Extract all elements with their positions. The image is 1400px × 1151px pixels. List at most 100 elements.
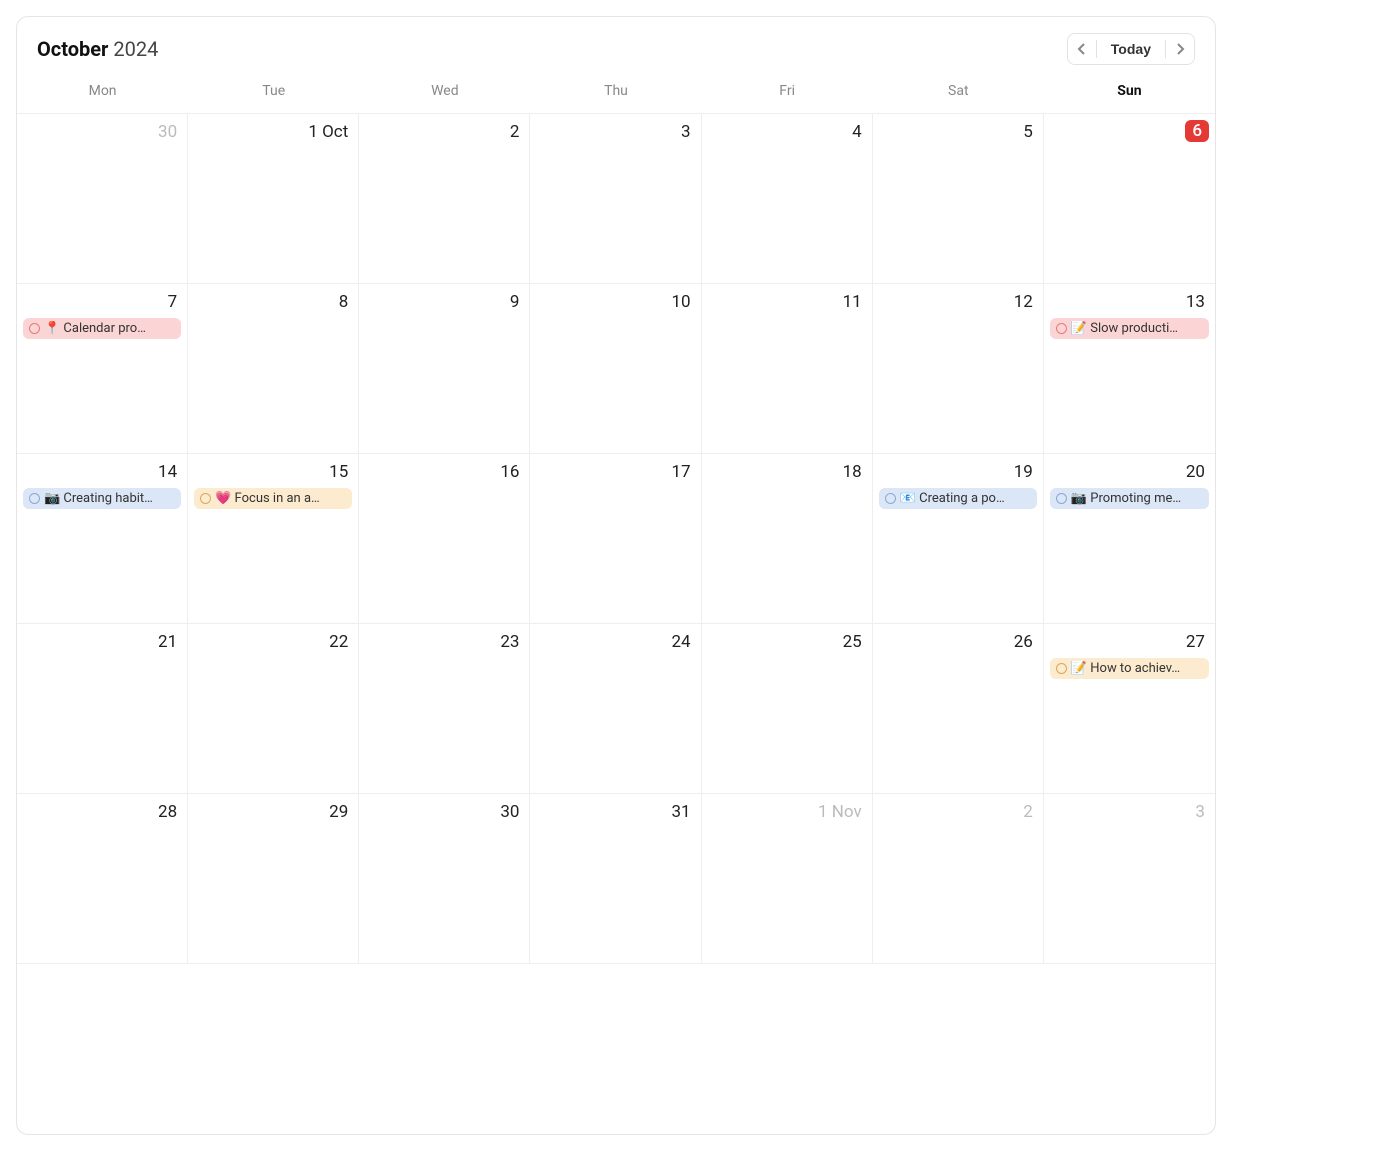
day-cell[interactable]: 31 [530,794,701,964]
day-cell[interactable]: 2 [359,114,530,284]
day-cell[interactable]: 27📝 How to achiev… [1044,624,1215,794]
day-number: 27 [1182,630,1209,654]
day-cell[interactable]: 16 [359,454,530,624]
day-cell[interactable]: 9 [359,284,530,454]
weekday-header: Mon [17,77,188,109]
calendar-header: October 2024 Today [17,17,1215,73]
calendar-grid: 301 Oct234567📍 Calendar pro…8910111213📝 … [17,113,1215,1134]
day-cell[interactable]: 20📷 Promoting me… [1044,454,1215,624]
day-number: 5 [1019,120,1037,144]
month-title: October 2024 [37,37,158,61]
prev-month-button[interactable] [1068,34,1096,64]
day-number: 18 [839,460,866,484]
event-label: 📧 Creating a po… [900,491,1005,506]
weekday-header: Sat [873,77,1044,109]
status-circle-icon [885,493,896,504]
day-cell[interactable]: 24 [530,624,701,794]
events-container: 📝 How to achiev… [1050,658,1209,679]
day-cell[interactable]: 6 [1044,114,1215,284]
day-cell[interactable]: 19 📧 Creating a po… [873,454,1044,624]
day-cell[interactable]: 15💗 Focus in an a… [188,454,359,624]
day-cell[interactable]: 3 [1044,794,1215,964]
day-cell[interactable]: 30 [17,114,188,284]
day-cell[interactable]: 5 [873,114,1044,284]
day-number: 19 [1010,460,1037,484]
day-cell[interactable]: 13 📝 Slow producti… [1044,284,1215,454]
day-number: 3 [1191,800,1209,824]
day-cell[interactable]: 17 [530,454,701,624]
day-cell[interactable]: 18 [702,454,873,624]
calendar-event[interactable]: 📝 Slow producti… [1050,318,1209,339]
day-cell[interactable]: 29 [188,794,359,964]
day-cell[interactable]: 1 Oct [188,114,359,284]
next-month-button[interactable] [1166,34,1194,64]
day-number: 3 [677,120,695,144]
event-label: 📷 Creating habit… [44,491,153,506]
day-number: 30 [496,800,523,824]
day-cell[interactable]: 23 [359,624,530,794]
calendar-event[interactable]: 📷 Promoting me… [1050,488,1209,509]
day-cell[interactable]: 1 Nov [702,794,873,964]
calendar-event[interactable]: 💗 Focus in an a… [194,488,352,509]
day-cell[interactable]: 4 [702,114,873,284]
day-cell[interactable]: 11 [702,284,873,454]
events-container: 💗 Focus in an a… [194,488,352,509]
day-number: 23 [496,630,523,654]
event-label: 💗 Focus in an a… [215,491,320,506]
day-cell[interactable]: 10 [530,284,701,454]
status-circle-icon [200,493,211,504]
day-number: 17 [667,460,694,484]
day-number: 14 [154,460,181,484]
chevron-left-icon [1076,43,1088,55]
calendar-event[interactable]: 📝 How to achiev… [1050,658,1209,679]
today-button[interactable]: Today [1097,34,1165,64]
calendar-event[interactable]: 📍 Calendar pro… [23,318,181,339]
day-cell[interactable]: 21 [17,624,188,794]
weekday-row: MonTueWedThuFriSatSun [17,73,1215,113]
day-number: 30 [154,120,181,144]
calendar-event[interactable]: 📧 Creating a po… [879,488,1037,509]
event-label: 📍 Calendar pro… [44,321,146,336]
day-number: 12 [1010,290,1037,314]
day-cell[interactable]: 2 [873,794,1044,964]
event-label: 📝 Slow producti… [1071,321,1178,336]
day-number: 10 [667,290,694,314]
status-circle-icon [1056,323,1067,334]
day-number: 29 [325,800,352,824]
weekday-header: Thu [530,77,701,109]
day-number: 13 [1182,290,1209,314]
calendar-nav: Today [1067,33,1195,65]
status-circle-icon [29,493,40,504]
event-label: 📝 How to achiev… [1071,661,1180,676]
day-number: 24 [667,630,694,654]
day-cell[interactable]: 22 [188,624,359,794]
day-cell[interactable]: 26 [873,624,1044,794]
day-number: 26 [1010,630,1037,654]
events-container: 📷 Promoting me… [1050,488,1209,509]
weekday-header: Wed [359,77,530,109]
day-number: 8 [335,290,353,314]
day-number: 21 [154,630,181,654]
day-cell[interactable]: 25 [702,624,873,794]
day-number: 1 Oct [304,120,352,144]
calendar-event[interactable]: 📷 Creating habit… [23,488,181,509]
day-cell[interactable]: 7📍 Calendar pro… [17,284,188,454]
weekday-header: Fri [702,77,873,109]
weekday-header: Tue [188,77,359,109]
weekday-header: Sun [1044,77,1215,109]
day-number: 16 [496,460,523,484]
chevron-right-icon [1174,43,1186,55]
day-cell[interactable]: 3 [530,114,701,284]
day-number: 22 [325,630,352,654]
day-cell[interactable]: 30 [359,794,530,964]
day-cell[interactable]: 8 [188,284,359,454]
status-circle-icon [29,323,40,334]
day-number: 28 [154,800,181,824]
status-circle-icon [1056,493,1067,504]
year: 2024 [113,37,158,61]
event-label: 📷 Promoting me… [1071,491,1181,506]
day-cell[interactable]: 14📷 Creating habit… [17,454,188,624]
day-cell[interactable]: 12 [873,284,1044,454]
day-cell[interactable]: 28 [17,794,188,964]
events-container: 📍 Calendar pro… [23,318,181,339]
